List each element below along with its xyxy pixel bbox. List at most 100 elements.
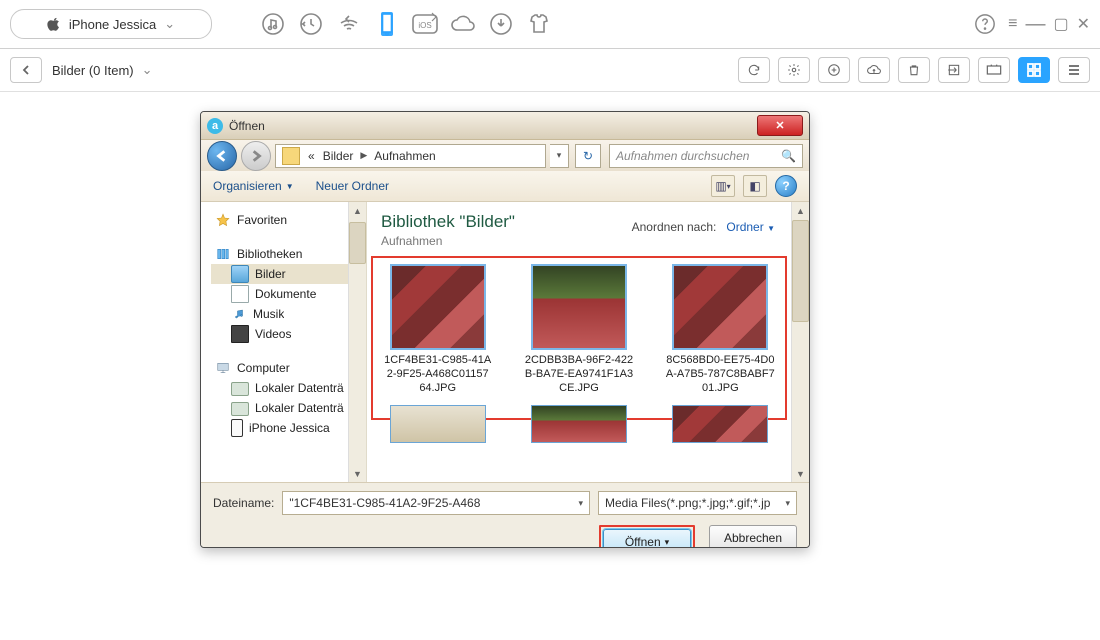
device-selector[interactable]: iPhone Jessica ⌄ <box>10 9 212 39</box>
music-icon[interactable] <box>258 9 288 39</box>
chevron-down-icon: ▼ <box>286 182 294 191</box>
chevron-right-icon: ▶ <box>357 150 370 161</box>
sidebar-pictures[interactable]: Bilder <box>211 264 362 284</box>
cancel-button[interactable]: Abbrechen <box>709 525 797 548</box>
annotation-box-2: Öffnen ▾ <box>599 525 695 548</box>
sidebar-documents[interactable]: Dokumente <box>211 284 362 304</box>
address-bar[interactable]: « Bilder ▶ Aufnahmen <box>275 144 546 168</box>
export-button[interactable] <box>938 57 970 83</box>
libraries-icon <box>215 246 231 262</box>
chevron-down-icon: ▾ <box>785 498 790 509</box>
ios-icon[interactable]: iOS <box>410 9 440 39</box>
computer-icon <box>215 360 231 376</box>
search-icon: 🔍 <box>781 149 796 163</box>
help-button[interactable]: ? <box>775 175 797 197</box>
nav-back-button[interactable] <box>207 141 237 171</box>
organize-menu[interactable]: Organisieren▼ <box>213 179 294 193</box>
refresh-button[interactable] <box>738 57 770 83</box>
sidebar-computer[interactable]: Computer <box>211 358 362 378</box>
file-name: 2CDBB3BA-96F2-422 B-BA7E-EA9741F1A3 CE.J… <box>522 354 635 395</box>
menu-icon[interactable]: ≡ <box>1008 15 1017 33</box>
back-button[interactable] <box>10 57 42 83</box>
sidebar-iphone[interactable]: iPhone Jessica <box>211 418 362 438</box>
address-chevrons: « <box>304 149 319 163</box>
file-item[interactable] <box>522 405 635 447</box>
list-view-button[interactable] <box>1058 57 1090 83</box>
file-item[interactable]: 8C568BD0-EE75-4D0 A-A7B5-787C8BABF7 01.J… <box>664 264 777 395</box>
file-item[interactable] <box>381 405 494 447</box>
file-name: 1CF4BE31-C985-41A 2-9F25-A468C01157 64.J… <box>381 354 494 395</box>
sidebar-libraries[interactable]: Bibliotheken <box>211 244 362 264</box>
sidebar-drive-1[interactable]: Lokaler Datenträ <box>211 378 362 398</box>
minimize-icon[interactable]: — <box>1025 13 1045 36</box>
phone-icon[interactable] <box>372 9 402 39</box>
close-button[interactable]: ✕ <box>757 115 803 136</box>
file-item[interactable] <box>664 405 777 447</box>
window-controls: ≡ — ▢ ✕ <box>1008 13 1090 36</box>
file-item[interactable]: 1CF4BE31-C985-41A 2-9F25-A468C01157 64.J… <box>381 264 494 395</box>
arrange-label: Anordnen nach: <box>632 220 717 234</box>
delete-button[interactable] <box>898 57 930 83</box>
dialog-bottom: Dateiname: "1CF4BE31-C985-41A2-9F25-A468… <box>201 482 809 548</box>
address-seg-2[interactable]: Aufnahmen <box>370 149 439 163</box>
file-thumb-icon <box>531 405 627 443</box>
shirt-icon[interactable] <box>524 9 554 39</box>
star-icon <box>215 212 231 228</box>
history-icon[interactable] <box>296 9 326 39</box>
arrange-value[interactable]: Ordner <box>726 220 763 234</box>
drive-icon <box>231 402 249 416</box>
chevron-down-icon: ▼ <box>767 224 775 233</box>
filename-input[interactable]: "1CF4BE31-C985-41A2-9F25-A468▾ <box>282 491 590 515</box>
content-scrollbar[interactable]: ▲▼ <box>791 202 809 482</box>
address-seg-1[interactable]: Bilder <box>319 149 358 163</box>
view-mode-button[interactable]: ▥ ▾ <box>711 175 735 197</box>
settings-button[interactable] <box>778 57 810 83</box>
app-logo-icon: a <box>207 118 223 134</box>
open-button[interactable]: Öffnen ▾ <box>603 529 691 548</box>
sidebar-videos[interactable]: Videos <box>211 324 362 344</box>
command-bar: Organisieren▼ Neuer Ordner ▥ ▾ ◧ ? <box>201 171 809 202</box>
address-dropdown[interactable]: ▾ <box>550 144 569 168</box>
nav-forward-button[interactable] <box>241 141 271 171</box>
help-icon[interactable] <box>970 9 1000 39</box>
grid-view-button[interactable] <box>1018 57 1050 83</box>
download-icon[interactable] <box>486 9 516 39</box>
phone-icon <box>231 419 243 437</box>
breadcrumb-text: Bilder (0 Item) <box>52 63 134 78</box>
sidebar-scrollbar[interactable]: ▲▼ <box>348 202 366 482</box>
svg-text:iOS: iOS <box>418 21 431 30</box>
search-placeholder: Aufnahmen durchsuchen <box>616 149 749 163</box>
chevron-down-icon: ⌄ <box>164 16 175 32</box>
file-thumb-icon <box>672 264 768 350</box>
sidebar-favorites[interactable]: Favoriten <box>211 210 362 230</box>
sidebar-drive-2[interactable]: Lokaler Datenträ <box>211 398 362 418</box>
drive-icon <box>231 382 249 396</box>
preview-pane-button[interactable]: ◧ <box>743 175 767 197</box>
sidebar: Favoriten Bibliotheken Bilder Dokumente … <box>201 202 367 482</box>
new-folder-button[interactable]: Neuer Ordner <box>316 179 389 193</box>
search-input[interactable]: Aufnahmen durchsuchen 🔍 <box>609 144 803 168</box>
close-icon[interactable]: ✕ <box>1077 14 1090 34</box>
nav-row: « Bilder ▶ Aufnahmen ▾ ↻ Aufnahmen durch… <box>201 140 809 171</box>
filename-label: Dateiname: <box>213 496 274 510</box>
cloud-icon[interactable] <box>448 9 478 39</box>
file-content-area: Bibliothek "Bilder" Aufnahmen Anordnen n… <box>367 202 809 482</box>
content-subheading: Aufnahmen <box>381 234 795 248</box>
device-button[interactable] <box>978 57 1010 83</box>
refresh-button[interactable]: ↻ <box>575 144 601 168</box>
dialog-title: Öffnen <box>229 119 265 133</box>
wifi-back-icon[interactable] <box>334 9 364 39</box>
cloud-upload-button[interactable] <box>858 57 890 83</box>
maximize-icon[interactable]: ▢ <box>1053 14 1068 34</box>
file-name: 8C568BD0-EE75-4D0 A-A7B5-787C8BABF7 01.J… <box>664 354 777 395</box>
filetype-select[interactable]: Media Files(*.png;*.jpg;*.gif;*.jp▾ <box>598 491 797 515</box>
chevron-down-icon: ▾ <box>578 498 583 509</box>
folder-icon <box>282 147 300 165</box>
open-file-dialog: a Öffnen ✕ « Bilder ▶ Aufnahmen ▾ ↻ Aufn… <box>200 111 810 548</box>
arrange-by[interactable]: Anordnen nach: Ordner ▼ <box>632 220 775 234</box>
breadcrumb[interactable]: Bilder (0 Item) ⌄ <box>52 62 153 78</box>
sidebar-music[interactable]: Musik <box>211 304 362 324</box>
file-item[interactable]: 2CDBB3BA-96F2-422 B-BA7E-EA9741F1A3 CE.J… <box>522 264 635 395</box>
chevron-down-icon: ⌄ <box>142 62 153 78</box>
add-button[interactable] <box>818 57 850 83</box>
